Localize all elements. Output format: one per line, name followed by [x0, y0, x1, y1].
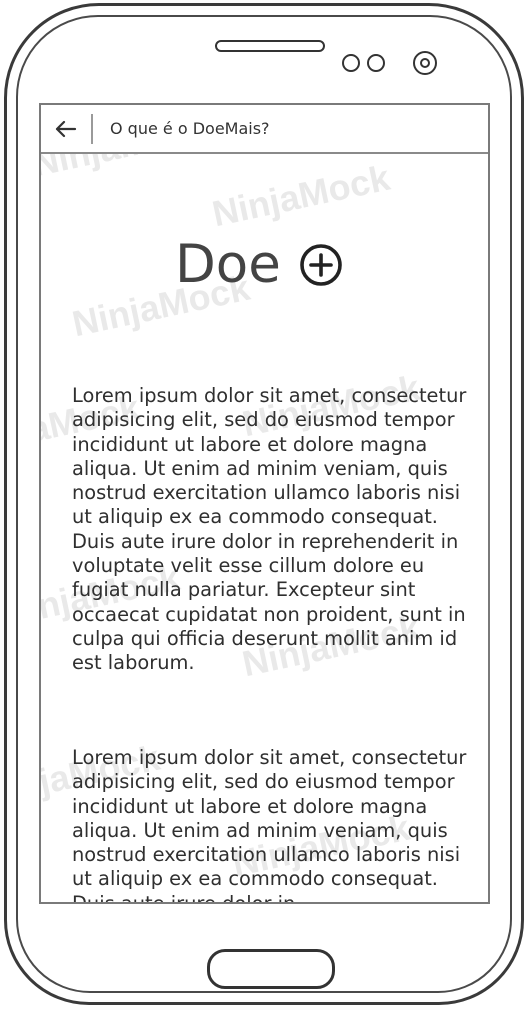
body-paragraph: Lorem ipsum dolor sit amet, consectetur … — [72, 746, 467, 904]
proximity-sensor — [342, 54, 360, 72]
circle-plus-icon[interactable] — [299, 243, 343, 287]
home-button[interactable] — [207, 949, 335, 989]
headline: Doe — [175, 234, 343, 295]
speaker-grille — [215, 40, 325, 52]
front-camera — [413, 51, 437, 75]
headline-text: Doe — [175, 234, 281, 295]
back-button[interactable] — [41, 113, 93, 144]
watermark-text: NinjaMock — [208, 156, 394, 235]
app-screen: NinjaMock NinjaMock NinjaMock NinjaMock … — [39, 103, 490, 904]
app-header: O que é o DoeMais? — [41, 105, 488, 154]
light-sensor — [367, 54, 385, 72]
body-paragraph: Lorem ipsum dolor sit amet, consectetur … — [72, 384, 467, 675]
arrow-left-icon[interactable] — [55, 120, 77, 138]
page-title: O que é o DoeMais? — [110, 119, 270, 138]
